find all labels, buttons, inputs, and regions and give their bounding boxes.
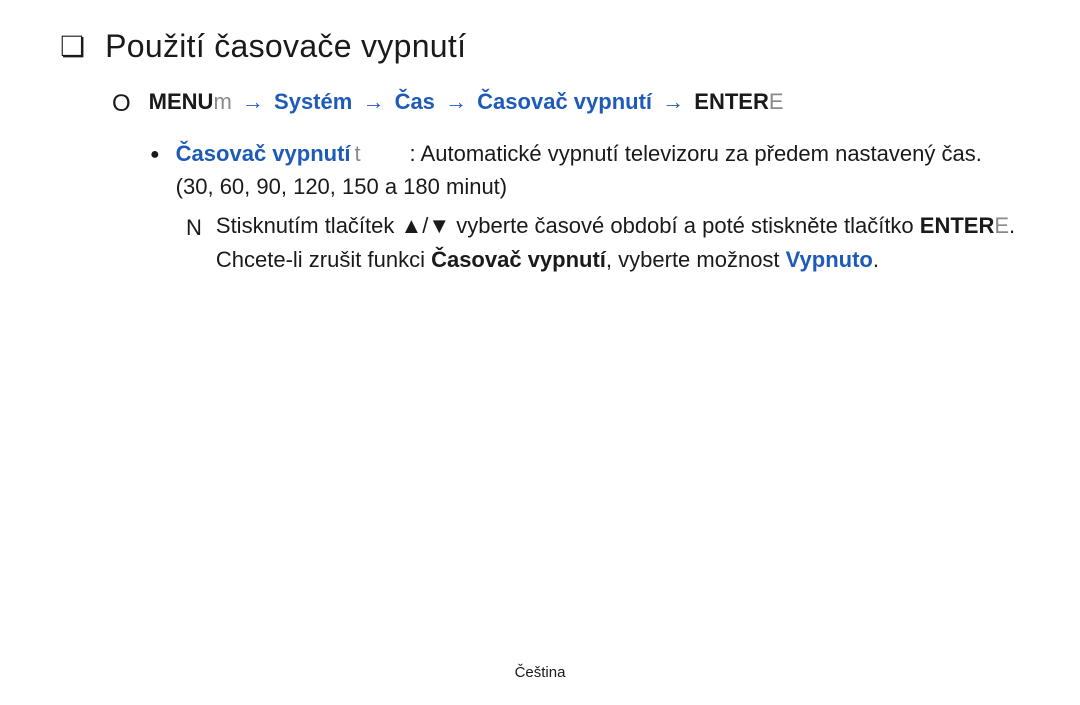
function-name: Časovač vypnutí	[431, 247, 606, 272]
breadcrumb: MENUm → Systém → Čas → Časovač vypnutí →…	[149, 89, 784, 115]
arrow-icon: →	[441, 89, 471, 114]
breadcrumb-item: Čas	[395, 89, 435, 114]
period: .	[873, 247, 879, 272]
note-content: Stisknutím tlačítek ▲/▼ vyberte časové o…	[216, 209, 1020, 277]
note-text: Stisknutím tlačítek ▲/▼ vyberte časové o…	[216, 213, 914, 238]
feature-suffix: t	[351, 141, 361, 166]
note-row: N Stisknutím tlačítek ▲/▼ vyberte časové…	[186, 209, 1020, 277]
enter-suffix: E	[994, 213, 1009, 238]
note-marker: N	[186, 209, 202, 244]
breadcrumb-item: Systém	[274, 89, 352, 114]
bullet-icon: ●	[150, 137, 160, 167]
menu-suffix: m	[213, 89, 231, 114]
arrow-icon: →	[238, 89, 268, 114]
bullet-item: ● Časovač vypnutít : Automatické vypnutí…	[150, 137, 1020, 203]
note-text: , vyberte možnost	[606, 247, 786, 272]
enter-label: ENTER	[694, 89, 769, 114]
breadcrumb-row: O MENUm → Systém → Čas → Časovač vypnutí…	[112, 89, 1020, 115]
box-icon: ❏	[60, 30, 85, 64]
bullet-block: ● Časovač vypnutít : Automatické vypnutí…	[150, 137, 1020, 277]
feature-name: Časovač vypnutí	[176, 141, 351, 166]
page-title: Použití časovače vypnutí	[105, 28, 466, 65]
breadcrumb-item: Časovač vypnutí	[477, 89, 652, 114]
enter-label: ENTER	[920, 213, 995, 238]
enter-suffix: E	[769, 89, 784, 114]
circle-icon: O	[112, 92, 131, 116]
menu-label: MENU	[149, 89, 214, 114]
off-label: Vypnuto	[786, 247, 873, 272]
title-row: ❏ Použití časovače vypnutí	[60, 28, 1020, 65]
footer-language: Čeština	[0, 664, 1080, 681]
arrow-icon: →	[658, 89, 688, 114]
bullet-content: Časovač vypnutít : Automatické vypnutí t…	[176, 137, 1020, 203]
arrow-icon: →	[358, 89, 388, 114]
